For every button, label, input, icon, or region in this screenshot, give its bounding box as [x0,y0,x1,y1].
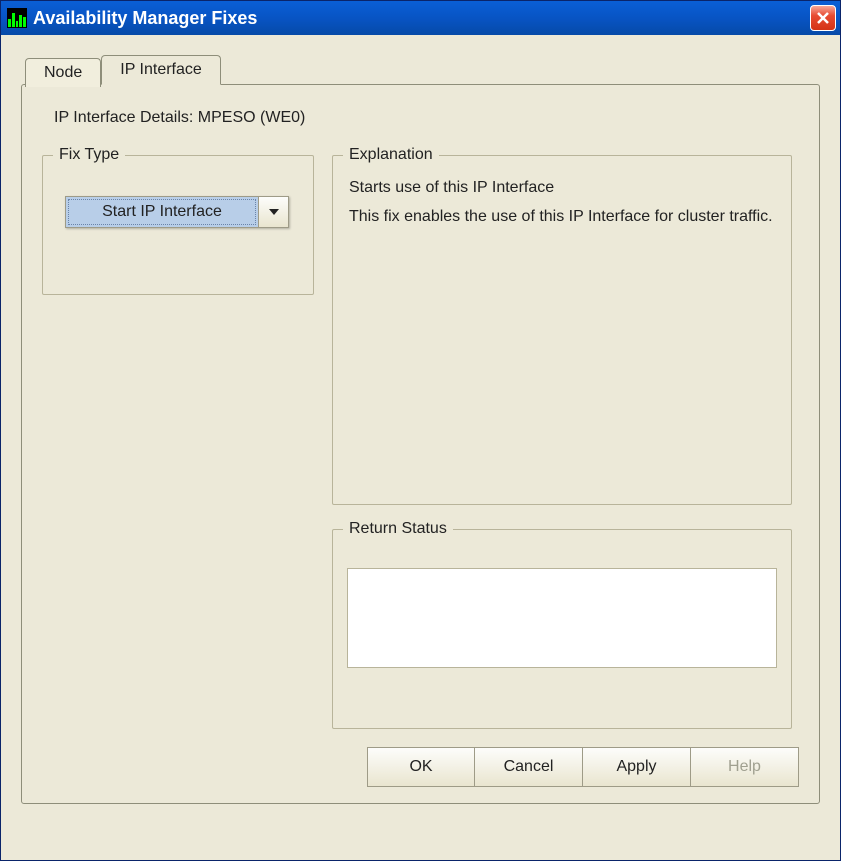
chevron-down-icon [268,208,280,216]
tab-node[interactable]: Node [25,58,101,87]
client-area: Node IP Interface IP Interface Details: … [1,35,840,860]
dropdown-arrow-button[interactable] [258,197,288,227]
tab-strip: Node IP Interface [25,55,820,84]
fix-type-dropdown[interactable]: Start IP Interface [65,196,289,228]
close-button[interactable] [810,5,836,31]
titlebar: Availability Manager Fixes [1,1,840,35]
explanation-body: This fix enables the use of this IP Inte… [349,205,775,230]
window-title: Availability Manager Fixes [33,8,810,29]
cancel-button[interactable]: Cancel [475,747,583,787]
apply-button[interactable]: Apply [583,747,691,787]
tab-panel: IP Interface Details: MPESO (WE0) Fix Ty… [21,84,820,804]
app-icon [7,8,27,28]
ok-button[interactable]: OK [367,747,475,787]
help-button: Help [691,747,799,787]
explanation-text: Starts use of this IP Interface This fix… [349,176,775,230]
button-bar: OK Cancel Apply Help [367,747,799,787]
fix-type-group-label: Fix Type [53,146,125,164]
panel-row: Fix Type Start IP Interface Explanation [42,155,799,729]
fix-type-selected: Start IP Interface [68,199,256,225]
return-status-group: Return Status [332,529,792,729]
ip-interface-details-label: IP Interface Details: MPESO (WE0) [54,109,799,127]
close-icon [816,11,830,25]
tab-ip-interface[interactable]: IP Interface [101,55,221,85]
explanation-line1: Starts use of this IP Interface [349,176,775,201]
right-column: Explanation Starts use of this IP Interf… [332,155,792,729]
explanation-group: Explanation Starts use of this IP Interf… [332,155,792,505]
window-frame: Availability Manager Fixes Node IP Inter… [0,0,841,861]
return-status-field [347,568,777,668]
explanation-group-label: Explanation [343,146,439,164]
return-status-group-label: Return Status [343,520,453,538]
fix-type-group: Fix Type Start IP Interface [42,155,314,295]
